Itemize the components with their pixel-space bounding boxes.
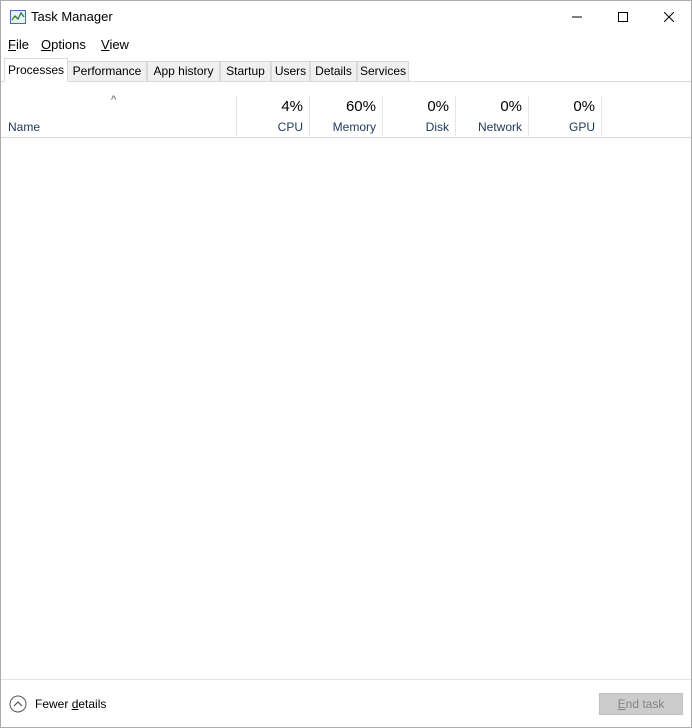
close-button[interactable] [646, 1, 692, 33]
chevron-up-circle-icon[interactable] [9, 695, 27, 713]
column-memory[interactable]: 60% Memory [309, 96, 382, 136]
maximize-icon [618, 12, 628, 22]
column-divider [601, 96, 602, 136]
column-network[interactable]: 0% Network [455, 96, 528, 136]
tab-users[interactable]: Users [271, 61, 310, 82]
maximize-button[interactable] [600, 1, 646, 33]
disk-percent: 0% [427, 98, 449, 115]
footer-bar: Fewer details End task [1, 679, 691, 727]
minimize-button[interactable] [554, 1, 600, 33]
tab-performance[interactable]: Performance [67, 61, 147, 82]
minimize-icon [572, 16, 582, 18]
gpu-label: GPU [568, 120, 595, 134]
task-manager-window: Task Manager File Options View Processes… [0, 0, 692, 728]
column-header: ^ Name 4% CPU 60% Memory 0% Disk 0% Netw… [1, 86, 691, 138]
menu-file[interactable]: File [8, 37, 29, 52]
window-title: Task Manager [31, 9, 113, 24]
column-cpu[interactable]: 4% CPU [236, 96, 309, 136]
disk-label: Disk [425, 120, 449, 134]
memory-label: Memory [332, 120, 376, 134]
fewer-details-link[interactable]: Fewer details [35, 697, 106, 711]
close-icon [664, 12, 674, 22]
menu-bar: File Options View [1, 33, 691, 55]
sort-indicator-icon: ^ [111, 94, 117, 106]
cpu-label: CPU [277, 120, 303, 134]
memory-percent: 60% [345, 98, 376, 115]
column-disk[interactable]: 0% Disk [382, 96, 455, 136]
title-bar[interactable]: Task Manager [1, 1, 691, 33]
tab-services[interactable]: Services [357, 61, 409, 82]
menu-options[interactable]: Options [41, 37, 86, 52]
network-percent: 0% [500, 98, 522, 115]
tab-startup[interactable]: Startup [220, 61, 271, 82]
end-task-button[interactable]: End task [599, 693, 683, 715]
tab-app-history[interactable]: App history [147, 61, 220, 82]
network-label: Network [477, 120, 522, 134]
menu-view[interactable]: View [101, 37, 129, 52]
tab-strip: Processes Performance App history Startu… [1, 58, 691, 82]
tab-details[interactable]: Details [310, 61, 357, 82]
tab-processes[interactable]: Processes [4, 58, 68, 82]
gpu-percent: 0% [573, 98, 595, 115]
cpu-percent: 4% [281, 98, 303, 115]
process-list[interactable] [1, 139, 691, 679]
task-manager-icon [10, 10, 26, 24]
column-name[interactable]: Name [8, 120, 40, 134]
column-gpu[interactable]: 0% GPU [528, 96, 601, 136]
